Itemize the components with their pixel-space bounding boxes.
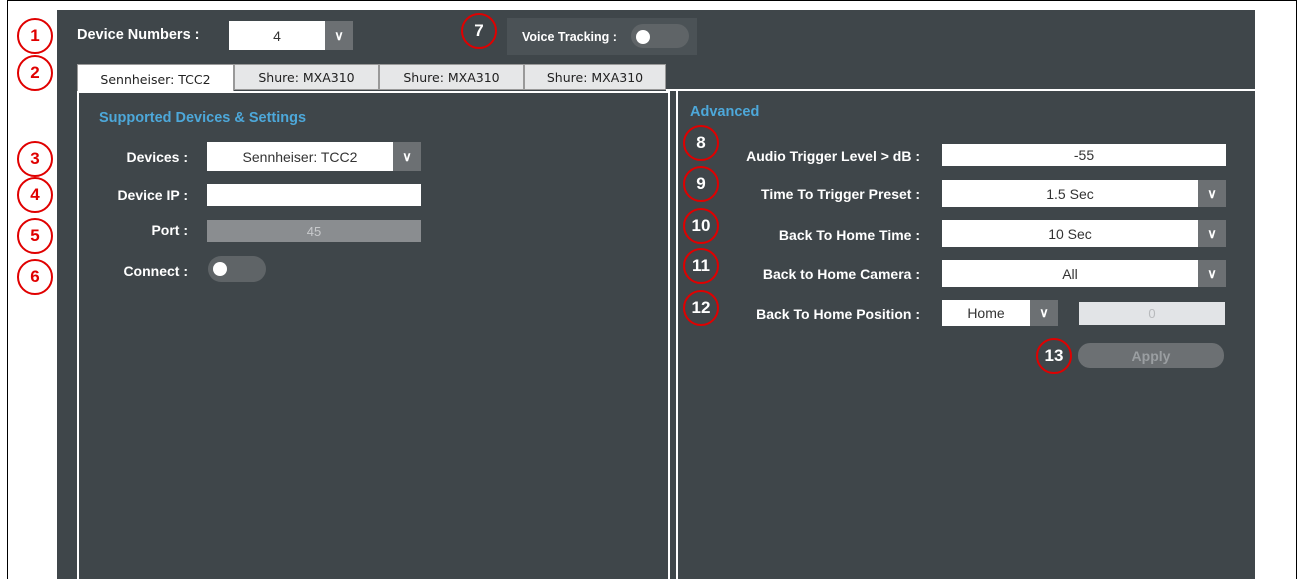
voice-tracking-group: Voice Tracking : bbox=[507, 18, 697, 55]
chevron-down-icon: ∨ bbox=[393, 142, 421, 171]
back-home-camera-select[interactable]: All ∨ bbox=[942, 260, 1226, 287]
back-home-position-number-input[interactable]: 0 bbox=[1079, 302, 1225, 325]
chevron-down-icon: ∨ bbox=[1198, 180, 1226, 207]
chevron-down-icon: ∨ bbox=[1030, 300, 1058, 326]
annotation-badge-10: 10 bbox=[683, 208, 719, 244]
annotation-badge-7: 7 bbox=[461, 13, 497, 49]
audio-trigger-input[interactable]: -55 bbox=[942, 144, 1226, 166]
device-ip-input[interactable] bbox=[207, 184, 421, 206]
device-numbers-value: 4 bbox=[273, 27, 281, 44]
chevron-down-icon: ∨ bbox=[325, 21, 353, 50]
chevron-down-icon: ∨ bbox=[1198, 260, 1226, 287]
port-input[interactable]: 45 bbox=[207, 220, 421, 242]
annotation-badge-12: 12 bbox=[683, 290, 719, 326]
back-home-position-select[interactable]: Home ∨ bbox=[942, 300, 1058, 326]
supported-devices-title: Supported Devices & Settings bbox=[99, 110, 307, 126]
apply-button[interactable]: Apply bbox=[1078, 343, 1224, 368]
voice-tracking-label: Voice Tracking : bbox=[522, 30, 617, 44]
annotation-badge-4: 4 bbox=[17, 177, 53, 213]
back-home-position-value: Home bbox=[967, 305, 1005, 321]
port-label: Port : bbox=[151, 222, 188, 238]
tab-shure-mxa310-3[interactable]: Shure: MXA310 bbox=[524, 64, 666, 90]
back-home-time-select[interactable]: 10 Sec ∨ bbox=[942, 220, 1226, 247]
time-to-trigger-value: 1.5 Sec bbox=[1046, 185, 1094, 202]
devices-select[interactable]: Sennheiser: TCC2 ∨ bbox=[207, 142, 421, 171]
advanced-title: Advanced bbox=[690, 104, 760, 120]
device-numbers-select[interactable]: 4 ∨ bbox=[229, 21, 353, 50]
chevron-down-icon: ∨ bbox=[1198, 220, 1226, 247]
annotation-badge-9: 9 bbox=[683, 166, 719, 202]
connect-toggle[interactable] bbox=[208, 256, 266, 282]
connect-label: Connect : bbox=[123, 263, 188, 279]
time-to-trigger-select[interactable]: 1.5 Sec ∨ bbox=[942, 180, 1226, 207]
device-numbers-label: Device Numbers : bbox=[77, 27, 200, 43]
annotation-badge-2: 2 bbox=[17, 55, 53, 91]
voice-tracking-toggle[interactable] bbox=[631, 24, 689, 48]
tab-shure-mxa310-2[interactable]: Shure: MXA310 bbox=[379, 64, 524, 90]
back-home-camera-value: All bbox=[1062, 265, 1078, 282]
annotation-badge-11: 11 bbox=[683, 248, 719, 284]
annotation-badge-3: 3 bbox=[17, 141, 53, 177]
annotation-badge-6: 6 bbox=[17, 259, 53, 295]
devices-label: Devices : bbox=[126, 149, 188, 165]
annotation-badge-8: 8 bbox=[683, 125, 719, 161]
tab-sennheiser-tcc2[interactable]: Sennheiser: TCC2 bbox=[77, 64, 234, 93]
devices-value: Sennheiser: TCC2 bbox=[242, 148, 358, 165]
device-ip-label: Device IP : bbox=[117, 187, 188, 203]
annotation-badge-1: 1 bbox=[17, 18, 53, 54]
annotation-badge-5: 5 bbox=[17, 218, 53, 254]
tab-shure-mxa310-1[interactable]: Shure: MXA310 bbox=[234, 64, 379, 90]
annotation-badge-13: 13 bbox=[1036, 338, 1072, 374]
back-home-time-value: 10 Sec bbox=[1048, 225, 1092, 242]
